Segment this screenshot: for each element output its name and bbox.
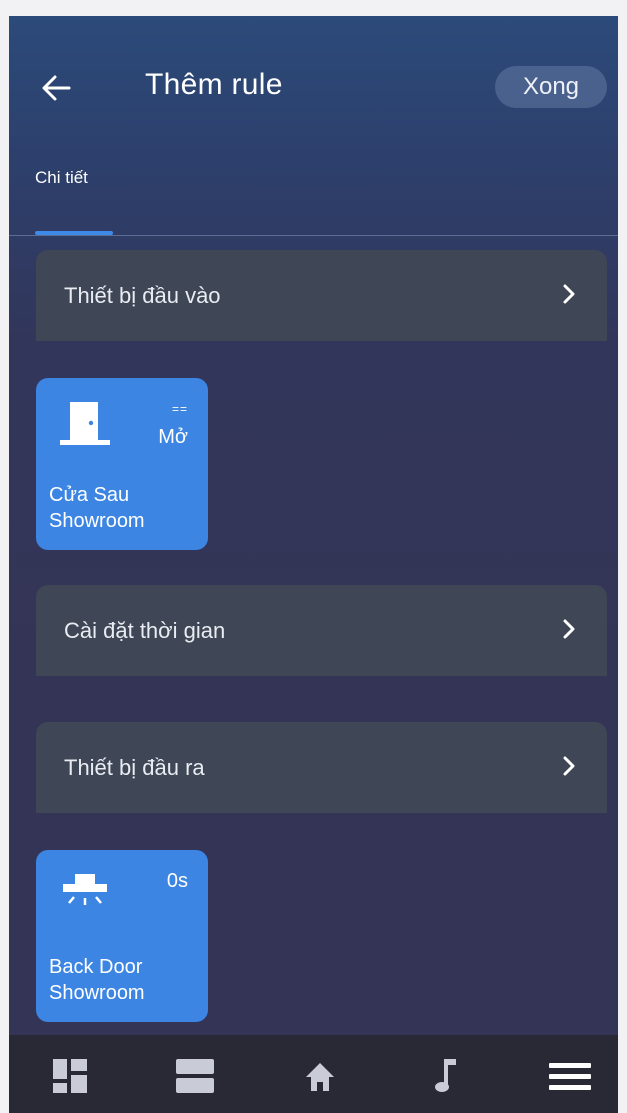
output-device-card[interactable]: 0s Back Door Showroom (36, 850, 208, 1022)
nav-home[interactable] (303, 1059, 337, 1098)
app-screen: Thêm rule Xong Chi tiết Thiết bị đầu vào… (9, 16, 618, 1113)
tab-divider (9, 235, 618, 236)
header: Thêm rule Xong (9, 16, 618, 166)
device-name: Cửa Sau Showroom (49, 484, 145, 532)
back-arrow-icon (42, 75, 71, 101)
delay-value: 0s (166, 870, 188, 892)
nav-rooms[interactable] (176, 1059, 214, 1098)
music-icon (435, 1059, 456, 1092)
section-label: Thiết bị đầu ra (64, 755, 205, 780)
nav-music[interactable] (433, 1059, 461, 1098)
bottom-navigation (9, 1035, 618, 1113)
chevron-right-icon (563, 284, 575, 304)
chevron-right-icon (563, 619, 575, 639)
tab-details[interactable]: Chi tiết (35, 168, 88, 188)
time-settings-section[interactable]: Cài đặt thời gian (36, 585, 607, 676)
door-icon (60, 402, 110, 445)
home-icon (306, 1063, 334, 1091)
condition-value: Mở (158, 426, 188, 448)
chevron-right-icon (563, 756, 575, 776)
section-label: Cài đặt thời gian (64, 618, 226, 643)
back-button[interactable] (37, 68, 77, 108)
ceiling-light-icon (63, 874, 107, 905)
page-title: Thêm rule (145, 68, 283, 101)
rooms-icon (176, 1059, 214, 1093)
nav-menu[interactable] (549, 1059, 591, 1098)
condition-operator: == (171, 402, 188, 416)
input-devices-section[interactable]: Thiết bị đầu vào (36, 250, 607, 341)
nav-dashboard[interactable] (53, 1059, 87, 1098)
menu-icon (549, 1063, 591, 1090)
device-name: Back Door Showroom (49, 956, 145, 1004)
dashboard-icon (53, 1059, 87, 1093)
output-devices-section[interactable]: Thiết bị đầu ra (36, 722, 607, 813)
done-button[interactable]: Xong (495, 66, 607, 108)
section-label: Thiết bị đầu vào (64, 283, 221, 308)
input-device-card[interactable]: == Mở Cửa Sau Showroom (36, 378, 208, 550)
